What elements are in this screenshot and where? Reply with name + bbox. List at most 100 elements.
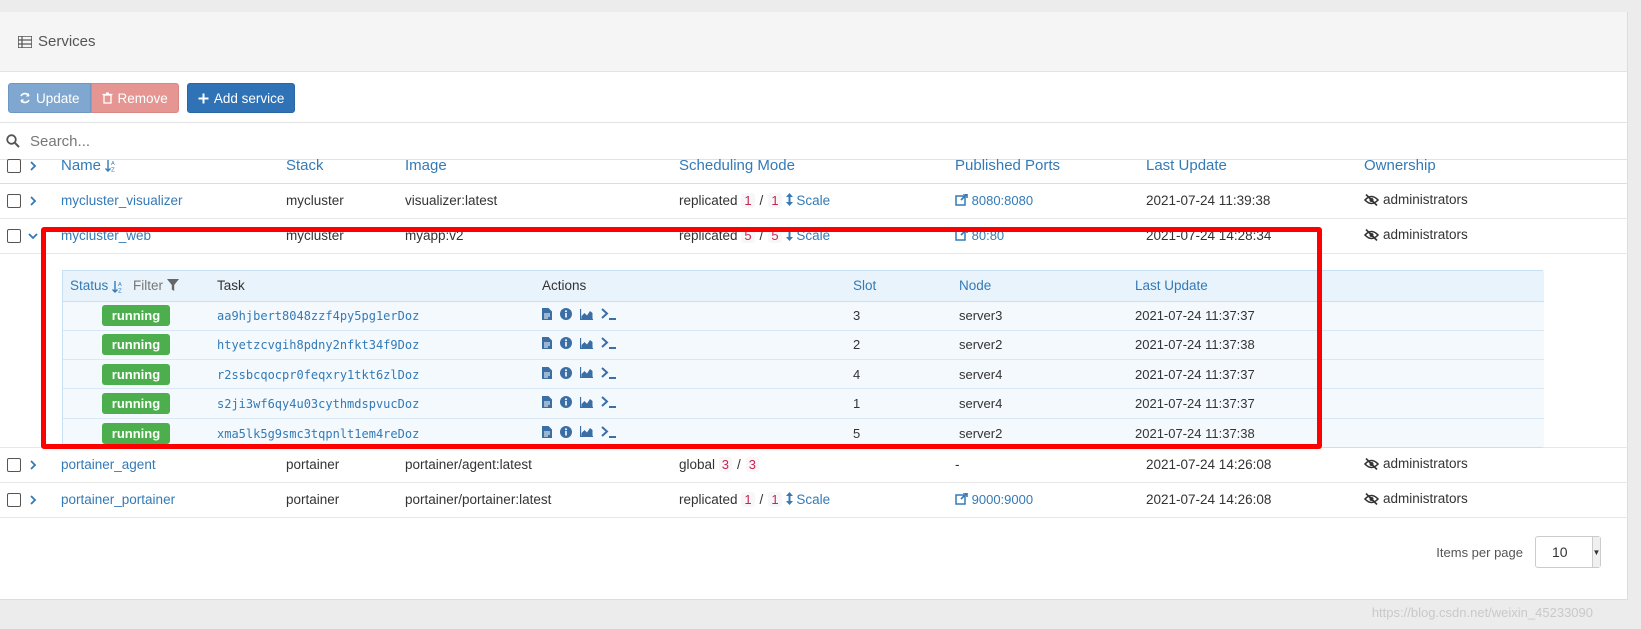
info-icon[interactable]: [560, 425, 572, 438]
logs-icon[interactable]: [542, 337, 552, 350]
service-name-link[interactable]: portainer_agent: [61, 457, 156, 472]
header-ports[interactable]: Published Ports: [955, 148, 1146, 183]
task-id-link[interactable]: xma5lk5g9smc3tqpnlt1em4reDoz: [217, 427, 419, 441]
header-ownership[interactable]: Ownership: [1364, 148, 1628, 183]
header-scheduling[interactable]: Scheduling Mode: [679, 148, 955, 183]
task-id-link[interactable]: htyetzcvgih8pdny2nfkt34f9Doz: [217, 338, 419, 352]
desired-count: 3: [745, 457, 760, 472]
service-image: portainer/agent:latest: [405, 457, 532, 472]
select-all-checkbox[interactable]: [7, 158, 21, 173]
task-last-update: 2021-07-24 11:37:37: [1134, 388, 1318, 419]
task-actions: [542, 366, 617, 379]
scale-link[interactable]: Scale: [785, 228, 830, 243]
task-node: server4: [958, 359, 1134, 390]
row-checkbox[interactable]: [7, 194, 21, 209]
published-port-link[interactable]: 80:80: [955, 228, 1004, 243]
scheduling-mode: replicated 1/1 Scale: [679, 193, 831, 208]
task-slot: 2: [852, 330, 958, 361]
console-icon[interactable]: [601, 425, 617, 438]
running-count: 1: [741, 193, 755, 208]
watermark: https://blog.csdn.net/weixin_45233090: [1371, 605, 1593, 620]
task-last-update: 2021-07-24 11:37:38: [1134, 330, 1318, 361]
console-icon[interactable]: [601, 308, 617, 321]
task-actions: [542, 396, 617, 409]
add-service-button[interactable]: Add service: [186, 83, 296, 113]
console-icon[interactable]: [601, 337, 617, 350]
service-name-link[interactable]: mycluster_web: [61, 228, 151, 243]
service-image: myapp:v2: [405, 228, 464, 243]
header-status[interactable]: Status: [70, 278, 108, 293]
stats-icon[interactable]: [580, 426, 593, 438]
info-icon[interactable]: [560, 337, 572, 350]
header-task-last-update[interactable]: Last Update: [1134, 271, 1318, 302]
update-button[interactable]: Update: [8, 83, 91, 113]
console-icon[interactable]: [601, 366, 617, 379]
scale-link[interactable]: Scale: [785, 193, 830, 208]
chevron-right-icon[interactable]: [28, 495, 38, 506]
service-image: visualizer:latest: [405, 193, 498, 208]
service-name-link[interactable]: mycluster_visualizer: [61, 193, 183, 208]
header-task: Task: [216, 271, 541, 302]
status-badge: running: [102, 334, 170, 356]
plus-icon: [198, 93, 209, 103]
running-count: 3: [718, 457, 733, 472]
task-row: running htyetzcvgih8pdny2nfkt34f9Doz 2 serv…: [63, 330, 1544, 361]
task-slot: 4: [852, 359, 958, 390]
chevron-right-icon[interactable]: [28, 460, 38, 471]
header-last-update[interactable]: Last Update: [1146, 148, 1364, 183]
remove-button[interactable]: Remove: [90, 83, 179, 113]
sort-icon: AZ: [105, 160, 115, 174]
filter-toggle[interactable]: Filter: [133, 278, 179, 293]
header-slot[interactable]: Slot: [852, 271, 958, 302]
expand-all-chevron-icon[interactable]: [28, 161, 38, 171]
chevron-right-icon[interactable]: [28, 196, 38, 207]
console-icon[interactable]: [601, 396, 617, 409]
logs-icon[interactable]: [542, 366, 552, 379]
published-port-link[interactable]: 9000:9000: [955, 492, 1033, 507]
status-badge: running: [102, 422, 170, 444]
header-stack[interactable]: Stack: [286, 148, 405, 183]
service-stack: portainer: [286, 492, 340, 507]
chevron-down-icon[interactable]: [28, 231, 38, 241]
task-id-link[interactable]: s2ji3wf6qy4u03cythmdspvucDoz: [217, 397, 419, 411]
task-id-link[interactable]: r2ssbcqocpr0feqxry1tkt6zlDoz: [217, 368, 419, 382]
ownership: administrators: [1364, 192, 1468, 207]
header-image[interactable]: Image: [405, 148, 679, 183]
ownership: administrators: [1364, 491, 1468, 506]
row-checkbox[interactable]: [7, 458, 21, 473]
info-icon[interactable]: [560, 366, 572, 379]
stats-icon[interactable]: [580, 337, 593, 349]
service-name-link[interactable]: portainer_portainer: [61, 492, 175, 507]
panel-heading: Services: [0, 12, 1627, 72]
stats-icon[interactable]: [580, 367, 593, 379]
running-count: 5: [741, 228, 755, 243]
stats-icon[interactable]: [580, 396, 593, 408]
stats-icon[interactable]: [580, 308, 593, 320]
info-icon[interactable]: [560, 308, 572, 321]
published-port-link[interactable]: 8080:8080: [955, 193, 1033, 208]
task-actions: [542, 308, 617, 321]
table-row: mycluster_web mycluster myapp:v2 replica…: [0, 218, 1628, 253]
row-checkbox[interactable]: [7, 493, 21, 508]
scale-link[interactable]: Scale: [785, 492, 830, 507]
header-node[interactable]: Node: [958, 271, 1134, 302]
header-actions: Actions: [541, 271, 852, 302]
logs-icon[interactable]: [542, 396, 552, 409]
logs-icon[interactable]: [542, 308, 552, 321]
task-node: server3: [958, 301, 1134, 331]
update-label: Update: [36, 90, 80, 106]
eye-slash-icon: [1364, 193, 1379, 206]
arrows-vertical-icon: [785, 492, 793, 505]
row-checkbox[interactable]: [7, 229, 21, 244]
trash-icon: [102, 92, 113, 104]
list-icon: [18, 35, 32, 48]
items-per-page-label: Items per page: [1436, 544, 1523, 560]
service-last-update: 2021-07-24 14:28:34: [1146, 228, 1272, 243]
header-name[interactable]: Name AZ: [61, 148, 286, 183]
scheduling-mode: global 3/3: [679, 447, 955, 482]
logs-icon[interactable]: [542, 425, 552, 438]
items-per-page-select[interactable]: 10 ▼: [1535, 536, 1601, 568]
info-icon[interactable]: [560, 396, 572, 409]
task-id-link[interactable]: aa9hjbert8048zzf4py5pg1erDoz: [217, 309, 419, 323]
task-last-update: 2021-07-24 11:37:37: [1134, 359, 1318, 390]
